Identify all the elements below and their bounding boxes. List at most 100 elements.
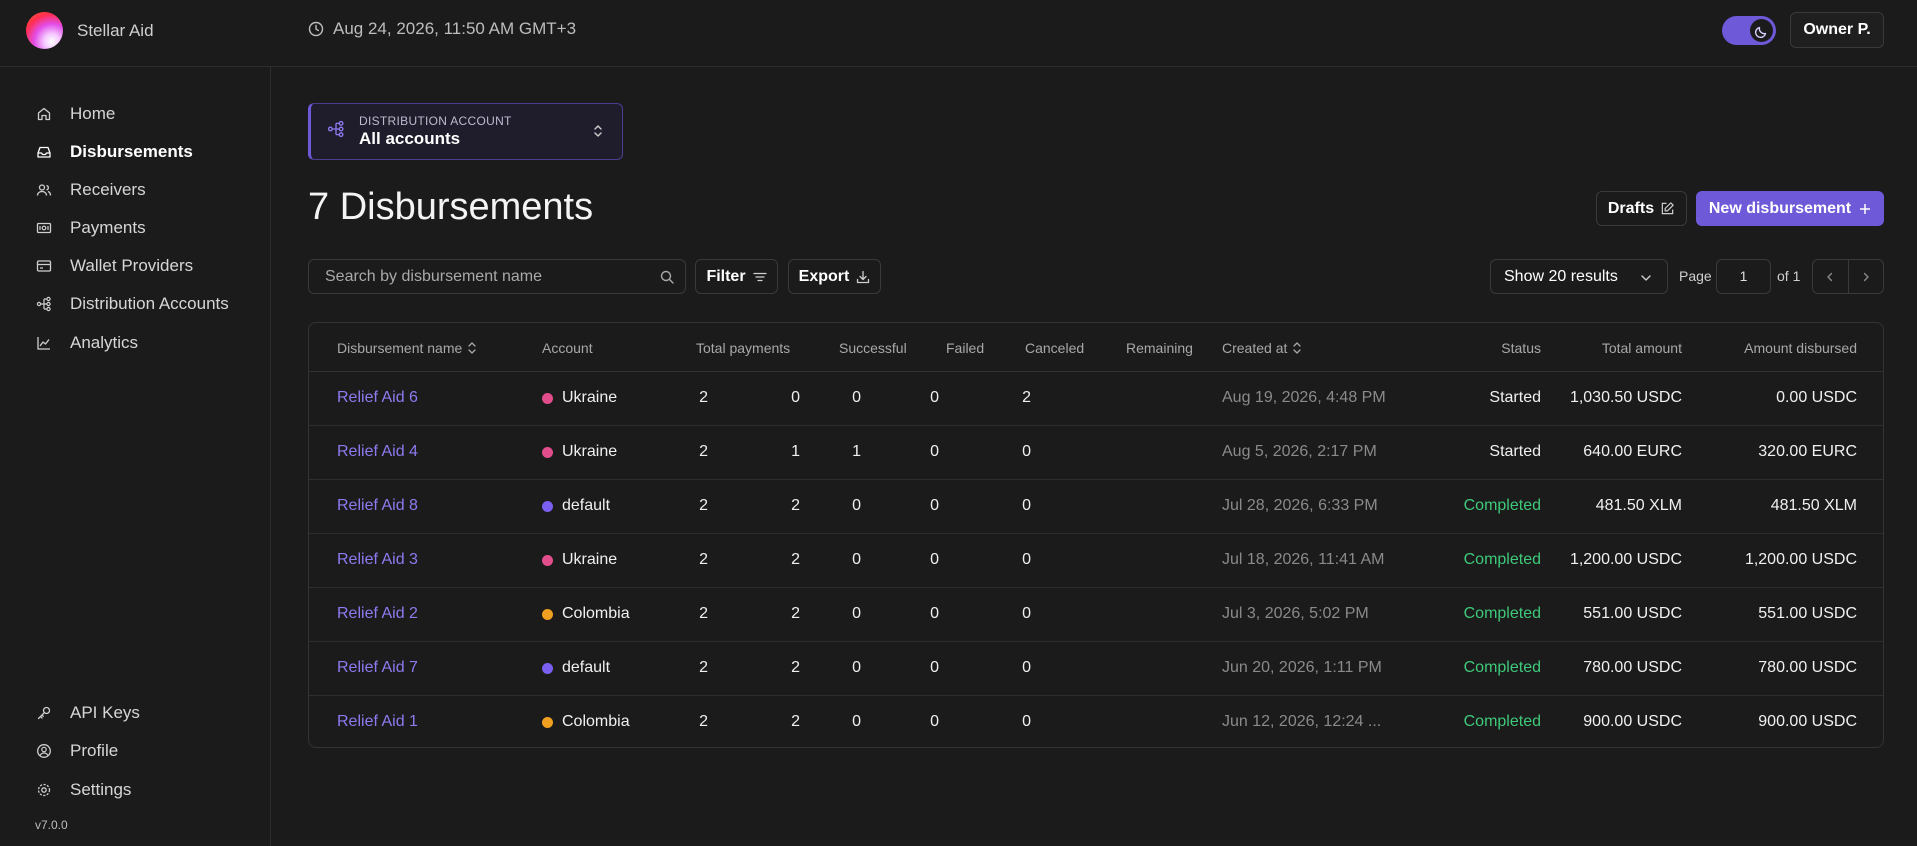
failed-cell: 0 xyxy=(852,605,861,622)
disbursement-name-link[interactable]: Relief Aid 3 xyxy=(337,551,418,569)
remaining-cell: 0 xyxy=(1022,443,1031,460)
amount-disbursed-cell: 780.00 USDC xyxy=(1758,659,1857,676)
failed-cell: 0 xyxy=(852,389,861,406)
column-header-total-payments: Total payments xyxy=(696,340,791,356)
sidebar-item-label: Payments xyxy=(70,218,146,237)
disbursement-name-link[interactable]: Relief Aid 1 xyxy=(337,713,418,731)
sidebar-item-profile[interactable]: Profile xyxy=(35,739,118,763)
account-color-dot xyxy=(542,446,553,458)
gear-icon xyxy=(35,781,53,799)
table-row[interactable]: Relief Aid 4 2 1 1 0 0 Aug 5, 2026, 2:17 PM Sta… xyxy=(309,426,1883,480)
status-badge: Started xyxy=(1489,443,1541,460)
total-amount-cell: 551.00 USDC xyxy=(1583,605,1682,622)
users-icon xyxy=(35,181,53,199)
distribution-account-selector[interactable]: DISTRIBUTION ACCOUNT All accounts xyxy=(308,103,623,160)
filter-label: Filter xyxy=(706,267,746,285)
table-row[interactable]: Relief Aid 2 2 2 0 0 0 Jul 3, 2026, 5:02 PM Com… xyxy=(309,588,1883,642)
sidebar-item-payments[interactable]: Payments xyxy=(35,216,146,240)
app-name: Stellar Aid xyxy=(77,20,154,40)
results-per-page-select[interactable]: Show 20 results xyxy=(1490,259,1668,294)
table-row[interactable]: Relief Aid 3 2 2 0 0 0 Jul 18, 2026, 11:41 AM C… xyxy=(309,534,1883,588)
user-menu-button[interactable]: Owner P. xyxy=(1790,12,1884,48)
total-amount-cell: 1,030.50 USDC xyxy=(1569,389,1682,406)
total-payments-cell: 2 xyxy=(699,389,708,406)
filter-icon xyxy=(752,272,767,281)
sidebar-item-label: Analytics xyxy=(70,333,139,352)
sidebar-item-analytics[interactable]: Analytics xyxy=(35,331,138,355)
account-color-dot xyxy=(542,716,553,728)
sidebar-item-distribution-accounts[interactable]: Distribution Accounts xyxy=(35,292,229,316)
sidebar-item-label: Disbursements xyxy=(70,142,193,161)
sidebar-item-wallet-providers[interactable]: Wallet Providers xyxy=(35,254,193,278)
total-payments-cell: 2 xyxy=(699,605,708,622)
filter-button[interactable]: Filter xyxy=(695,259,778,294)
successful-cell: 2 xyxy=(791,659,800,676)
wallet-icon xyxy=(35,257,53,275)
export-button[interactable]: Export xyxy=(788,259,881,294)
sidebar-item-receivers[interactable]: Receivers xyxy=(35,178,146,202)
theme-toggle[interactable] xyxy=(1722,16,1776,45)
sidebar-item-label: Wallet Providers xyxy=(70,256,194,275)
moon-icon xyxy=(1750,19,1773,42)
canceled-cell: 0 xyxy=(930,713,939,730)
column-header-created-at[interactable]: Created at xyxy=(1222,340,1302,356)
remaining-cell: 0 xyxy=(1022,497,1031,514)
account-selector-value: All accounts xyxy=(359,129,461,148)
sidebar-item-api-keys[interactable]: API Keys xyxy=(35,701,140,725)
page-number-input[interactable]: 1 xyxy=(1716,259,1771,294)
remaining-cell: 2 xyxy=(1022,389,1031,406)
inbox-icon xyxy=(35,143,53,161)
created-at-cell: Jul 28, 2026, 6:33 PM xyxy=(1222,497,1378,514)
chevron-up-down-icon xyxy=(592,122,604,145)
account-color-dot xyxy=(542,608,553,620)
account-cell: Ukraine xyxy=(542,389,617,407)
remaining-cell: 0 xyxy=(1022,659,1031,676)
column-header-amount-disbursed: Amount disbursed xyxy=(1744,340,1857,356)
sidebar-item-label: Distribution Accounts xyxy=(70,294,229,313)
search-icon[interactable] xyxy=(659,269,675,290)
previous-page-button[interactable] xyxy=(1813,260,1848,293)
account-name: default xyxy=(562,497,611,514)
disbursement-name-link[interactable]: Relief Aid 7 xyxy=(337,659,418,677)
disbursement-name-link[interactable]: Relief Aid 2 xyxy=(337,605,418,623)
amount-disbursed-cell: 551.00 USDC xyxy=(1758,605,1857,622)
download-icon xyxy=(857,270,870,283)
disbursement-name-link[interactable]: Relief Aid 6 xyxy=(337,389,418,407)
account-selector-text: DISTRIBUTION ACCOUNT All accounts xyxy=(359,114,512,149)
drafts-button[interactable]: Drafts xyxy=(1596,191,1687,226)
sidebar-item-settings[interactable]: Settings xyxy=(35,778,131,802)
new-disbursement-button[interactable]: New disbursement xyxy=(1696,191,1884,226)
account-cell: Colombia xyxy=(542,605,630,623)
sidebar-item-disbursements[interactable]: Disbursements xyxy=(35,140,193,164)
disbursement-name-link[interactable]: Relief Aid 4 xyxy=(337,443,418,461)
amount-disbursed-cell: 0.00 USDC xyxy=(1776,389,1857,406)
table-row[interactable]: Relief Aid 1 2 2 0 0 0 Jun 12, 2026, 12:24 ...… xyxy=(309,696,1883,747)
search-input[interactable] xyxy=(309,260,685,293)
next-page-button[interactable] xyxy=(1847,260,1883,293)
total-payments-cell: 2 xyxy=(699,659,708,676)
created-at-cell: Jun 20, 2026, 1:11 PM xyxy=(1222,659,1382,676)
total-amount-cell: 780.00 USDC xyxy=(1583,659,1682,676)
new-disbursement-label: New disbursement xyxy=(1708,199,1852,217)
page-label: Page xyxy=(1679,268,1712,284)
datetime-text: Aug 24, 2026, 11:50 AM GMT+3 xyxy=(333,19,577,38)
table-row[interactable]: Relief Aid 7 2 2 0 0 0 Jun 20, 2026, 1:11 PM Co… xyxy=(309,642,1883,696)
column-header-name[interactable]: Disbursement name xyxy=(337,340,477,356)
sidebar-item-home[interactable]: Home xyxy=(35,102,115,126)
sort-icon xyxy=(1293,342,1302,354)
total-amount-cell: 900.00 USDC xyxy=(1583,713,1682,730)
status-badge: Completed xyxy=(1463,497,1541,514)
successful-cell: 2 xyxy=(791,605,800,622)
created-at-cell: Aug 19, 2026, 4:48 PM xyxy=(1222,389,1386,406)
column-header-canceled: Canceled xyxy=(1025,340,1085,356)
failed-cell: 0 xyxy=(852,713,861,730)
sidebar-item-label: Receivers xyxy=(70,180,146,199)
canceled-cell: 0 xyxy=(930,659,939,676)
remaining-cell: 0 xyxy=(1022,713,1031,730)
brand[interactable]: Stellar Aid xyxy=(26,12,154,49)
table-row[interactable]: Relief Aid 6 2 0 0 0 2 Aug 19, 2026, 4:48 PM St… xyxy=(309,372,1883,426)
sidebar-item-label: Profile xyxy=(70,741,119,760)
total-payments-cell: 2 xyxy=(699,551,708,568)
table-row[interactable]: Relief Aid 8 2 2 0 0 0 Jul 28, 2026, 6:33 PM Co… xyxy=(309,480,1883,534)
disbursement-name-link[interactable]: Relief Aid 8 xyxy=(337,497,418,515)
